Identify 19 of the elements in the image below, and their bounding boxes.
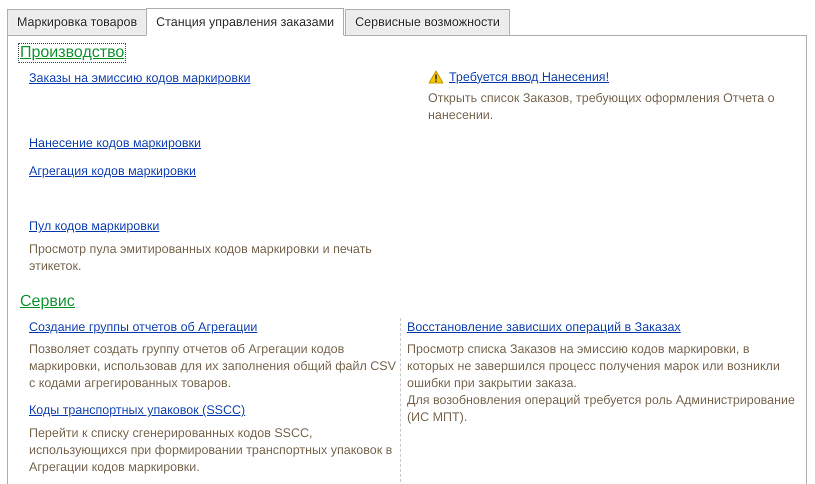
link[interactable]: Создание группы отчетов об Агрегации <box>29 318 258 334</box>
description: Просмотр списка Заказов на эмиссию кодов маркировки, в которых не завершился процесс получения марок или возникли ошибки при закрытии заказа. Для возобновления операций требуется роль Администрирование (ИС МПТ). <box>407 341 796 426</box>
tab[interactable]: Станция управления заказами <box>146 8 344 36</box>
description: Просмотр пула эмитированных кодов маркировки и печать этикеток. <box>29 240 373 275</box>
link[interactable]: Пул кодов маркировки <box>29 218 160 234</box>
description: Открыть список Заказов, требующих оформления Отчета о нанесении. <box>428 90 776 124</box>
link[interactable]: Коды транспортных упаковок (SSCC) <box>29 402 246 418</box>
section-heading[interactable]: Производство <box>19 44 126 62</box>
description: Позволяет создать группу отчетов об Агрегации кодов маркировки, использовав для их заполнения общий файл CSV с кодами агрегированных товаров. <box>29 341 397 392</box>
link[interactable]: Восстановление зависших операций в Заказах <box>407 318 681 334</box>
link[interactable]: Агрегация кодов маркировки <box>29 163 196 180</box>
tab[interactable]: Сервисные возможности <box>345 9 510 36</box>
warning-icon <box>428 70 444 84</box>
link[interactable]: Нанесение кодов маркировки <box>29 134 201 150</box>
link[interactable]: Требуется ввод Нанесения! <box>449 68 610 85</box>
section-heading[interactable]: Сервис <box>19 292 76 311</box>
tab[interactable]: Маркировка товаров <box>7 9 148 36</box>
link[interactable]: Заказы на эмиссию кодов маркировки <box>29 70 250 86</box>
description: Перейти к списку сгенерированных кодов SSCC, использующихся при формировании транспортных упаковок в Агрегации кодов маркировки. <box>29 425 394 476</box>
